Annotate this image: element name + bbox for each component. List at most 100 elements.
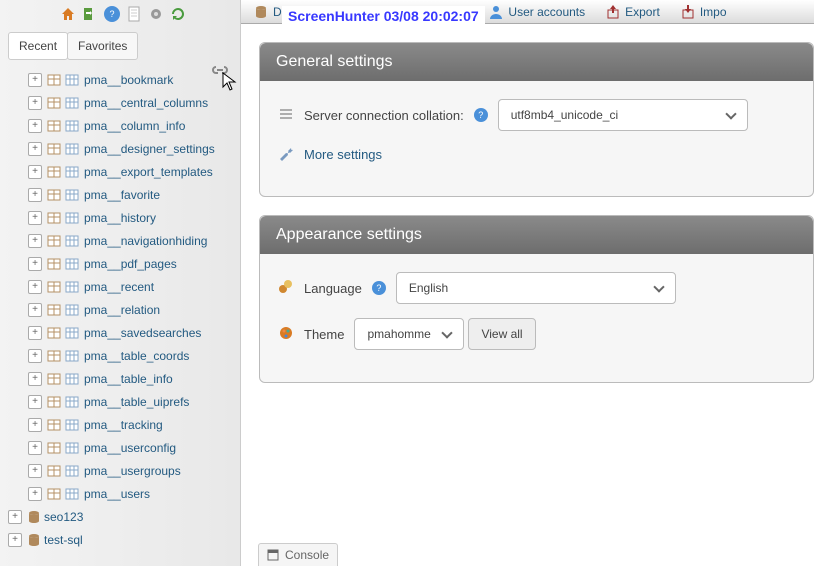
more-settings-link[interactable]: More settings [304,147,382,162]
tree-table-item[interactable]: + pma__table_coords [6,344,240,367]
tree-table-item[interactable]: +pma__tracking [6,413,240,436]
table-link[interactable]: pma__favorite [84,188,160,202]
expand-icon[interactable]: + [28,211,42,225]
table-browse-icon[interactable] [46,95,62,111]
table-structure-icon[interactable] [64,463,80,479]
table-structure-icon[interactable] [64,187,80,203]
table-structure-icon[interactable] [64,348,80,364]
table-structure-icon[interactable] [64,72,80,88]
expand-icon[interactable]: + [28,464,42,478]
table-structure-icon[interactable] [64,417,80,433]
table-browse-icon[interactable] [46,440,62,456]
help-icon[interactable]: ? [474,108,488,122]
tree-db-item[interactable]: + test-sql [6,528,240,551]
theme-select[interactable]: pmahomme [354,318,464,350]
expand-icon[interactable]: + [28,487,42,501]
expand-icon[interactable]: + [28,441,42,455]
db-link[interactable]: test-sql [44,533,83,547]
tree-table-item[interactable]: + pma__navigationhiding [6,229,240,252]
console-toggle[interactable]: Console [258,543,338,566]
db-link[interactable]: seo123 [44,510,83,524]
table-browse-icon[interactable] [46,164,62,180]
table-browse-icon[interactable] [46,279,62,295]
tree-table-item[interactable]: + pma__users [6,482,240,505]
table-link[interactable]: pma__users [84,487,150,501]
tree-table-item[interactable]: + pma__favorite [6,183,240,206]
expand-icon[interactable]: + [28,73,42,87]
table-browse-icon[interactable] [46,394,62,410]
gear-icon[interactable] [148,6,164,22]
table-structure-icon[interactable] [64,394,80,410]
table-structure-icon[interactable] [64,118,80,134]
table-link[interactable]: pma__tracking [84,418,163,432]
expand-icon[interactable]: + [28,142,42,156]
table-browse-icon[interactable] [46,302,62,318]
tab-favorites[interactable]: Favorites [67,32,138,60]
tree-table-item[interactable]: +pma__recent [6,275,240,298]
collation-select[interactable]: utf8mb4_unicode_ci [498,99,748,131]
table-browse-icon[interactable] [46,210,62,226]
tab-recent[interactable]: Recent [8,32,68,60]
tree-table-item[interactable]: + pma__export_templates [6,160,240,183]
expand-icon[interactable]: + [28,119,42,133]
table-structure-icon[interactable] [64,210,80,226]
table-browse-icon[interactable] [46,348,62,364]
table-link[interactable]: pma__export_templates [84,165,213,179]
tab-export[interactable]: Export [605,4,660,20]
tree-table-item[interactable]: +pma__bookmark [6,68,240,91]
table-link[interactable]: pma__history [84,211,156,225]
table-structure-icon[interactable] [64,325,80,341]
tree-table-item[interactable]: + pma__central_columns [6,91,240,114]
table-browse-icon[interactable] [46,233,62,249]
table-structure-icon[interactable] [64,256,80,272]
table-structure-icon[interactable] [64,440,80,456]
table-link[interactable]: pma__relation [84,303,160,317]
table-structure-icon[interactable] [64,279,80,295]
expand-icon[interactable]: + [28,234,42,248]
expand-icon[interactable]: + [8,533,22,547]
help-icon[interactable]: ? [104,6,120,22]
tab-import[interactable]: Impo [680,4,727,20]
reload-icon[interactable] [170,6,186,22]
expand-icon[interactable]: + [28,165,42,179]
table-link[interactable]: pma__central_columns [84,96,208,110]
expand-icon[interactable]: + [28,188,42,202]
tree-table-item[interactable]: + pma__userconfig [6,436,240,459]
tree-table-item[interactable]: + pma__history [6,206,240,229]
view-all-button[interactable]: View all [468,318,535,350]
table-browse-icon[interactable] [46,371,62,387]
table-link[interactable]: pma__designer_settings [84,142,215,156]
table-browse-icon[interactable] [46,256,62,272]
table-link[interactable]: pma__table_coords [84,349,189,363]
expand-icon[interactable]: + [28,372,42,386]
language-select[interactable]: English [396,272,676,304]
tree-table-item[interactable]: +pma__savedsearches [6,321,240,344]
tree-table-item[interactable]: + pma__designer_settings [6,137,240,160]
help-icon[interactable]: ? [372,281,386,295]
table-browse-icon[interactable] [46,187,62,203]
table-link[interactable]: pma__table_uiprefs [84,395,189,409]
tab-user-accounts[interactable]: User accounts [488,4,585,20]
expand-icon[interactable]: + [28,395,42,409]
table-link[interactable]: pma__usergroups [84,464,181,478]
logout-icon[interactable] [82,6,98,22]
tree-table-item[interactable]: +pma__pdf_pages [6,252,240,275]
table-link[interactable]: pma__userconfig [84,441,176,455]
expand-icon[interactable]: + [28,326,42,340]
table-browse-icon[interactable] [46,72,62,88]
expand-icon[interactable]: + [28,280,42,294]
table-browse-icon[interactable] [46,463,62,479]
home-icon[interactable] [60,6,76,22]
tree-table-item[interactable]: + pma__table_uiprefs [6,390,240,413]
table-structure-icon[interactable] [64,302,80,318]
table-link[interactable]: pma__pdf_pages [84,257,177,271]
expand-icon[interactable]: + [28,96,42,110]
table-browse-icon[interactable] [46,325,62,341]
expand-icon[interactable]: + [28,303,42,317]
table-link[interactable]: pma__table_info [84,372,173,386]
expand-icon[interactable]: + [8,510,22,524]
table-structure-icon[interactable] [64,486,80,502]
table-structure-icon[interactable] [64,141,80,157]
table-link[interactable]: pma__navigationhiding [84,234,207,248]
expand-icon[interactable]: + [28,349,42,363]
